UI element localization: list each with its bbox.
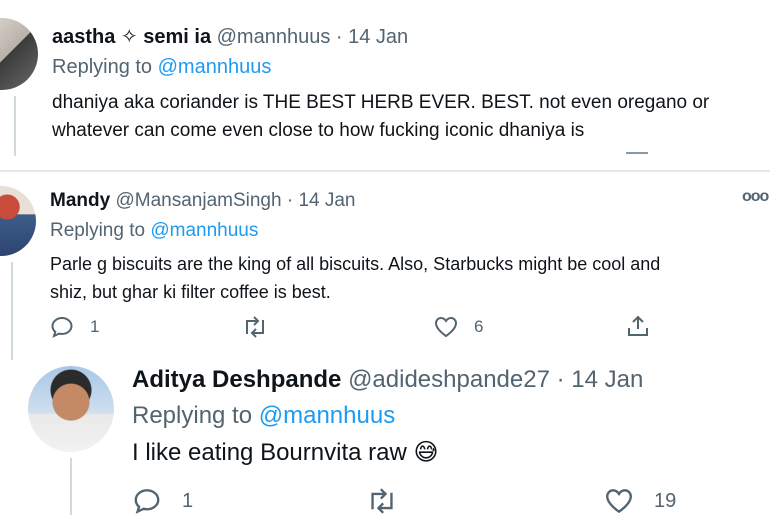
author-handle[interactable]: @adideshpande27	[348, 366, 550, 393]
tweet-date[interactable]: 14 Jan	[298, 190, 355, 211]
separator-dot: ·	[335, 26, 343, 48]
tweet-1[interactable]: aastha ✧ semi ia @mannhuus · 14 Jan Repl…	[0, 0, 770, 160]
reply-count: 1	[90, 317, 100, 336]
thread-line	[70, 458, 72, 515]
author-handle[interactable]: @MansanjamSingh	[115, 190, 281, 211]
tweet-date[interactable]: 14 Jan	[348, 26, 408, 48]
tweet-text: Parle g biscuits are the king of all bis…	[50, 250, 660, 306]
share-icon	[628, 315, 648, 336]
reply-count: 1	[182, 489, 194, 512]
retweet-icon	[371, 488, 393, 514]
heart-icon	[605, 489, 633, 514]
separator-dot: ·	[286, 190, 294, 211]
sweat-smile-emoji: 😅	[413, 438, 439, 466]
reply-button[interactable]: 1	[50, 316, 99, 338]
avatar[interactable]	[0, 186, 36, 256]
tweet-3[interactable]: Aditya Deshpande @adideshpande27 · 14 Ja…	[0, 362, 770, 515]
avatar[interactable]	[28, 366, 114, 452]
reply-to-link[interactable]: @mannhuus	[150, 220, 258, 241]
author-name[interactable]: Aditya Deshpande	[132, 366, 341, 393]
thread-line	[11, 262, 13, 360]
tweet-text-line: dhaniya aka coriander is THE BEST HERB E…	[52, 92, 710, 113]
reply-to-link[interactable]: @mannhuus	[158, 56, 272, 78]
thread-line	[14, 96, 16, 156]
reply-button[interactable]: 1	[132, 488, 193, 514]
like-count: 6	[474, 317, 484, 336]
tweet-date[interactable]: 14 Jan	[571, 366, 643, 393]
like-count: 19	[654, 489, 677, 512]
tweet-text-line: whatever can come even close to how fuck…	[52, 120, 585, 141]
reply-to-link[interactable]: @mannhuus	[259, 402, 395, 429]
retweet-button[interactable]	[242, 316, 268, 338]
share-button[interactable]	[626, 314, 650, 338]
replying-to-label: Replying to	[132, 402, 253, 429]
reply-icon	[134, 489, 160, 514]
tweet-text-line: Parle g biscuits are the king of all bis…	[50, 254, 661, 274]
retweet-icon	[246, 316, 264, 338]
heart-icon	[434, 316, 458, 338]
tweet-2[interactable]: Mandy @MansanjamSingh · 14 Jan ooo Reply…	[0, 172, 770, 362]
author-name[interactable]: Mandy	[50, 190, 110, 211]
like-button[interactable]: 19	[604, 488, 676, 514]
avatar[interactable]	[0, 18, 38, 90]
reply-icon	[51, 316, 73, 338]
cut-off-action-hint	[626, 152, 648, 154]
replying-to-label: Replying to	[50, 220, 146, 241]
tweet-text: dhaniya aka coriander is THE BEST HERB E…	[52, 89, 709, 145]
separator-dot: ·	[556, 366, 565, 393]
replying-to-label: Replying to	[52, 56, 153, 78]
retweet-button[interactable]	[366, 488, 398, 514]
author-handle[interactable]: @mannhuus	[217, 26, 331, 48]
more-options-icon[interactable]: ooo	[742, 188, 769, 206]
tweet-text-line: shiz, but ghar ki filter coffee is best.	[50, 282, 331, 302]
tweet-text: I like eating Bournvita raw	[132, 439, 407, 466]
like-button[interactable]: 6	[434, 316, 483, 338]
author-name[interactable]: aastha ✧ semi ia	[52, 26, 211, 48]
